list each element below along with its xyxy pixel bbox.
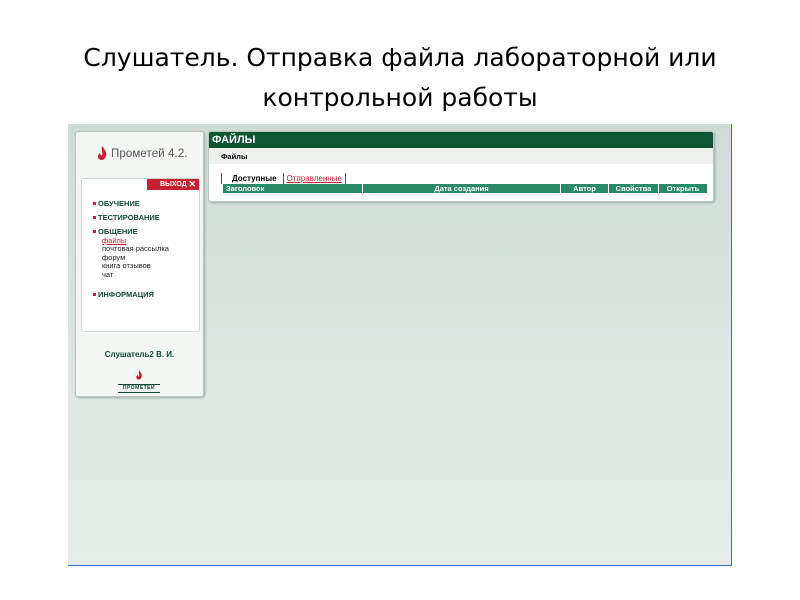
exit-button[interactable]: ВЫХОД ✕ bbox=[147, 179, 199, 190]
column-title[interactable]: Заголовок bbox=[223, 184, 363, 193]
sidebar-panel: Прометей 4.2. ВЫХОД ✕ ОБУЧЕНИЕ ТЕСТИРОВА… bbox=[75, 131, 204, 397]
files-subheader: Файлы bbox=[209, 148, 713, 164]
slide-title: Слушатель. Отправка файла лабораторной и… bbox=[0, 38, 800, 118]
column-author[interactable]: Автор bbox=[561, 184, 609, 193]
slide-title-line-2: контрольной работы bbox=[262, 83, 538, 112]
column-properties[interactable]: Свойства bbox=[609, 184, 659, 193]
flame-icon bbox=[97, 146, 107, 160]
footer-logo-text: ПРОМЕТЕЙ bbox=[118, 384, 160, 393]
column-created-date[interactable]: Дата создания bbox=[363, 184, 561, 193]
tab-sent[interactable]: Отправленные bbox=[282, 173, 346, 184]
exit-label: ВЫХОД bbox=[160, 181, 187, 188]
app-logo-text: Прометей 4.2. bbox=[111, 148, 188, 160]
communication-submenu: файлы почтовая рассылка форум книга отзы… bbox=[102, 236, 169, 279]
menu-section-information[interactable]: ИНФОРМАЦИЯ bbox=[93, 290, 154, 299]
close-icon: ✕ bbox=[188, 179, 196, 189]
footer-logo: ПРОМЕТЕЙ bbox=[116, 370, 162, 393]
files-header: ФАЙЛЫ bbox=[209, 132, 713, 148]
files-table-header: Заголовок Дата создания Автор Свойства О… bbox=[223, 184, 707, 193]
submenu-item-chat[interactable]: чат bbox=[102, 270, 169, 279]
menu-section-learning[interactable]: ОБУЧЕНИЕ bbox=[93, 199, 140, 208]
menu-section-communication[interactable]: ОБЩЕНИЕ bbox=[93, 227, 138, 236]
files-panel: ФАЙЛЫ Файлы Доступные Отправленные Загол… bbox=[208, 131, 714, 202]
app-logo: Прометей 4.2. bbox=[96, 143, 188, 165]
app-screenshot: Прометей 4.2. ВЫХОД ✕ ОБУЧЕНИЕ ТЕСТИРОВА… bbox=[68, 124, 732, 566]
files-tabs: Доступные Отправленные bbox=[221, 173, 346, 184]
menu-section-testing[interactable]: ТЕСТИРОВАНИЕ bbox=[93, 213, 160, 222]
column-open[interactable]: Открыть bbox=[659, 184, 707, 193]
tab-available[interactable]: Доступные bbox=[221, 173, 283, 184]
main-menu: ВЫХОД ✕ ОБУЧЕНИЕ ТЕСТИРОВАНИЕ ОБЩЕНИЕ фа… bbox=[81, 178, 200, 332]
user-name: Слушатель2 В. И. bbox=[104, 350, 175, 359]
flame-icon bbox=[136, 370, 142, 380]
slide-title-line-1: Слушатель. Отправка файла лабораторной и… bbox=[83, 43, 717, 72]
